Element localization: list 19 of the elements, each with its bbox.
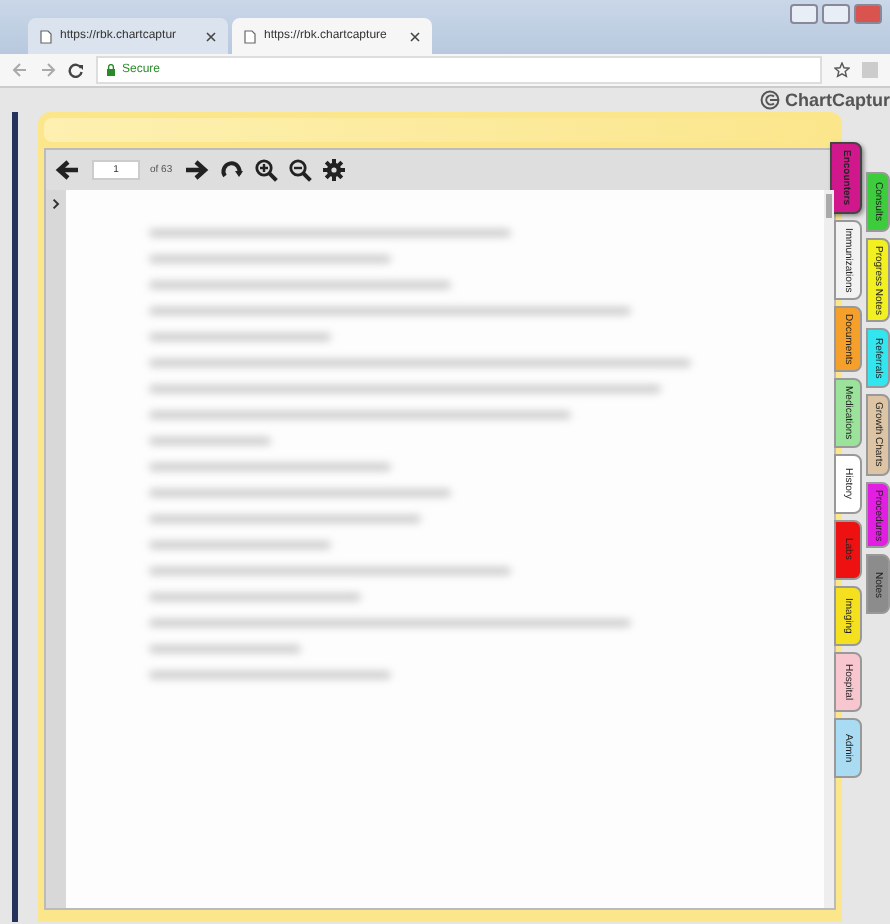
expand-chevron-icon[interactable] (52, 194, 60, 214)
right-arrow-icon[interactable] (182, 158, 211, 182)
maximize-button[interactable] (822, 4, 850, 24)
app-logo-text: ChartCaptur (784, 90, 890, 110)
lock-icon (106, 64, 116, 76)
left-arrow-icon[interactable] (54, 158, 82, 182)
page-icon (40, 29, 52, 43)
page-icon (244, 29, 256, 43)
rotate-icon[interactable] (220, 158, 245, 182)
settings-icon[interactable] (322, 158, 347, 182)
zoom-out-icon[interactable] (288, 158, 313, 182)
minimize-button[interactable] (790, 4, 818, 24)
close-icon[interactable] (410, 31, 420, 41)
close-icon[interactable] (206, 31, 216, 41)
reload-icon[interactable] (68, 62, 84, 78)
zoom-in-icon[interactable] (254, 158, 279, 182)
star-icon[interactable] (834, 62, 850, 78)
scrollbar-thumb[interactable] (826, 194, 832, 218)
logo-icon (760, 90, 781, 110)
